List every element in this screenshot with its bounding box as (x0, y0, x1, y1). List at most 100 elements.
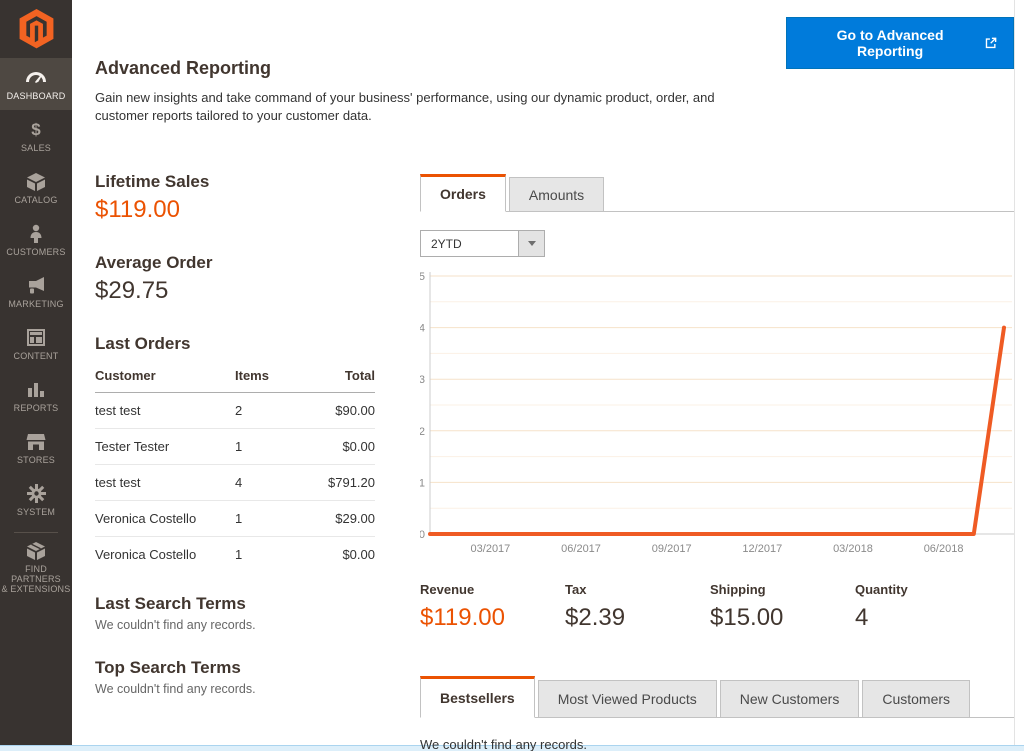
last-orders-title: Last Orders (95, 334, 375, 354)
tab-bestsellers[interactable]: Bestsellers (420, 676, 535, 718)
sidebar-item-label: & EXTENSIONS (2, 584, 71, 594)
system-gear-icon (27, 484, 46, 504)
total-value: $15.00 (710, 604, 855, 632)
button-label: Go to Advanced Reporting (803, 27, 977, 59)
tab-label: New Customers (740, 691, 840, 707)
last-search-empty-message: We couldn't find any records. (95, 618, 375, 632)
col-header-total: Total (305, 362, 375, 393)
svg-text:0: 0 (420, 529, 425, 541)
top-search-empty-message: We couldn't find any records. (95, 682, 375, 696)
tab-label: Orders (440, 186, 486, 202)
lifetime-sales-title: Lifetime Sales (95, 172, 375, 192)
total-shipping: Shipping $15.00 (710, 582, 855, 632)
marketing-megaphone-icon (26, 276, 46, 296)
col-header-customer: Customer (95, 362, 235, 393)
go-to-advanced-reporting-button[interactable]: Go to Advanced Reporting (786, 17, 1014, 69)
svg-text:4: 4 (420, 323, 425, 335)
bestsellers-empty-message: We couldn't find any records. (420, 737, 587, 751)
sidebar-item-label: SALES (21, 143, 51, 153)
customer-cell: test test (95, 465, 235, 501)
sidebar-item-reports[interactable]: REPORTS (0, 370, 72, 422)
sidebar-item-system[interactable]: SYSTEM (0, 474, 72, 526)
total-tax: Tax $2.39 (565, 582, 710, 632)
dashboard-right-column: Orders Amounts 2YTD 01234503/201706/2017… (420, 174, 1014, 744)
catalog-box-icon (26, 172, 46, 192)
sidebar-item-find-partners[interactable]: FIND PARTNERS & EXTENSIONS (0, 538, 72, 596)
chart-range-select[interactable]: 2YTD (420, 230, 545, 257)
chart-tabbar: Orders Amounts (420, 174, 1014, 212)
reports-barchart-icon (27, 380, 45, 400)
range-select-value: 2YTD (421, 231, 518, 256)
svg-text:1: 1 (420, 477, 425, 489)
sidebar-item-label: SYSTEM (17, 507, 55, 517)
sidebar-item-label: CUSTOMERS (6, 247, 65, 257)
customer-cell: test test (95, 393, 235, 429)
tab-label: Amounts (529, 187, 584, 203)
items-cell: 1 (235, 501, 305, 537)
customer-cell: Tester Tester (95, 429, 235, 465)
sidebar-item-sales[interactable]: $ SALES (0, 110, 72, 162)
orders-line-chart: 01234503/201706/201709/201712/201703/201… (420, 264, 1014, 564)
total-revenue: Revenue $119.00 (420, 582, 565, 632)
col-header-items: Items (235, 362, 305, 393)
sidebar-item-customers[interactable]: CUSTOMERS (0, 214, 72, 266)
svg-text:06/2017: 06/2017 (561, 543, 601, 555)
total-value: 4 (855, 604, 1000, 632)
partners-box-icon (26, 541, 46, 561)
svg-text:3: 3 (420, 374, 425, 386)
sidebar-item-stores[interactable]: STORES (0, 422, 72, 474)
total-label: Revenue (420, 582, 565, 597)
total-label: Quantity (855, 582, 1000, 597)
sidebar-item-label: REPORTS (14, 403, 59, 413)
last-orders-table: Customer Items Total test test 2 $90.00 … (95, 362, 375, 572)
magento-logo[interactable] (0, 0, 72, 58)
items-cell: 1 (235, 537, 305, 573)
customer-cell: Veronica Costello (95, 537, 235, 573)
items-cell: 2 (235, 393, 305, 429)
sidebar-item-dashboard[interactable]: DASHBOARD (0, 58, 72, 110)
dashboard-left-column: Lifetime Sales $119.00 Average Order $29… (95, 172, 375, 696)
tab-label: Most Viewed Products (558, 691, 697, 707)
dashboard-content: Advanced Reporting Gain new insights and… (72, 0, 1014, 745)
total-cell: $0.00 (305, 429, 375, 465)
tab-orders[interactable]: Orders (420, 174, 506, 212)
chart-totals-row: Revenue $119.00 Tax $2.39 Shipping $15.0… (420, 582, 1000, 632)
table-row[interactable]: Veronica Costello 1 $0.00 (95, 537, 375, 573)
table-row[interactable]: test test 4 $791.20 (95, 465, 375, 501)
bottom-tabbar: Bestsellers Most Viewed Products New Cus… (420, 676, 1014, 718)
tab-customers[interactable]: Customers (862, 680, 970, 718)
sidebar-nav: DASHBOARD $ SALES CATALOG CUSTOMERS MARK… (0, 0, 72, 745)
table-row[interactable]: Tester Tester 1 $0.00 (95, 429, 375, 465)
total-cell: $0.00 (305, 537, 375, 573)
sidebar-item-marketing[interactable]: MARKETING (0, 266, 72, 318)
sidebar-item-catalog[interactable]: CATALOG (0, 162, 72, 214)
tab-most-viewed-products[interactable]: Most Viewed Products (538, 680, 717, 718)
table-row[interactable]: test test 2 $90.00 (95, 393, 375, 429)
range-select-arrow-button[interactable] (518, 231, 544, 256)
total-label: Shipping (710, 582, 855, 597)
sidebar-item-label: STORES (17, 455, 55, 465)
svg-text:12/2017: 12/2017 (742, 543, 782, 555)
svg-text:06/2018: 06/2018 (924, 543, 964, 555)
tab-new-customers[interactable]: New Customers (720, 680, 860, 718)
magento-logo-icon (18, 9, 55, 49)
tab-amounts[interactable]: Amounts (509, 177, 604, 212)
svg-text:09/2017: 09/2017 (652, 543, 692, 555)
table-row[interactable]: Veronica Costello 1 $29.00 (95, 501, 375, 537)
chevron-down-icon (528, 241, 536, 246)
total-cell: $90.00 (305, 393, 375, 429)
sidebar-item-label: DASHBOARD (7, 91, 66, 101)
content-right-border (1014, 0, 1015, 745)
last-search-terms-title: Last Search Terms (95, 594, 375, 614)
total-quantity: Quantity 4 (855, 582, 1000, 632)
total-cell: $791.20 (305, 465, 375, 501)
svg-text:03/2018: 03/2018 (833, 543, 873, 555)
sidebar-item-label: FIND PARTNERS (0, 564, 72, 584)
top-search-terms-title: Top Search Terms (95, 658, 375, 678)
advanced-reporting-description: Gain new insights and take command of yo… (95, 89, 755, 125)
sidebar-item-label: CONTENT (14, 351, 59, 361)
total-value: $2.39 (565, 604, 710, 632)
magento-dashboard-page: DASHBOARD $ SALES CATALOG CUSTOMERS MARK… (0, 0, 1024, 751)
customer-cell: Veronica Costello (95, 501, 235, 537)
sidebar-item-content[interactable]: CONTENT (0, 318, 72, 370)
